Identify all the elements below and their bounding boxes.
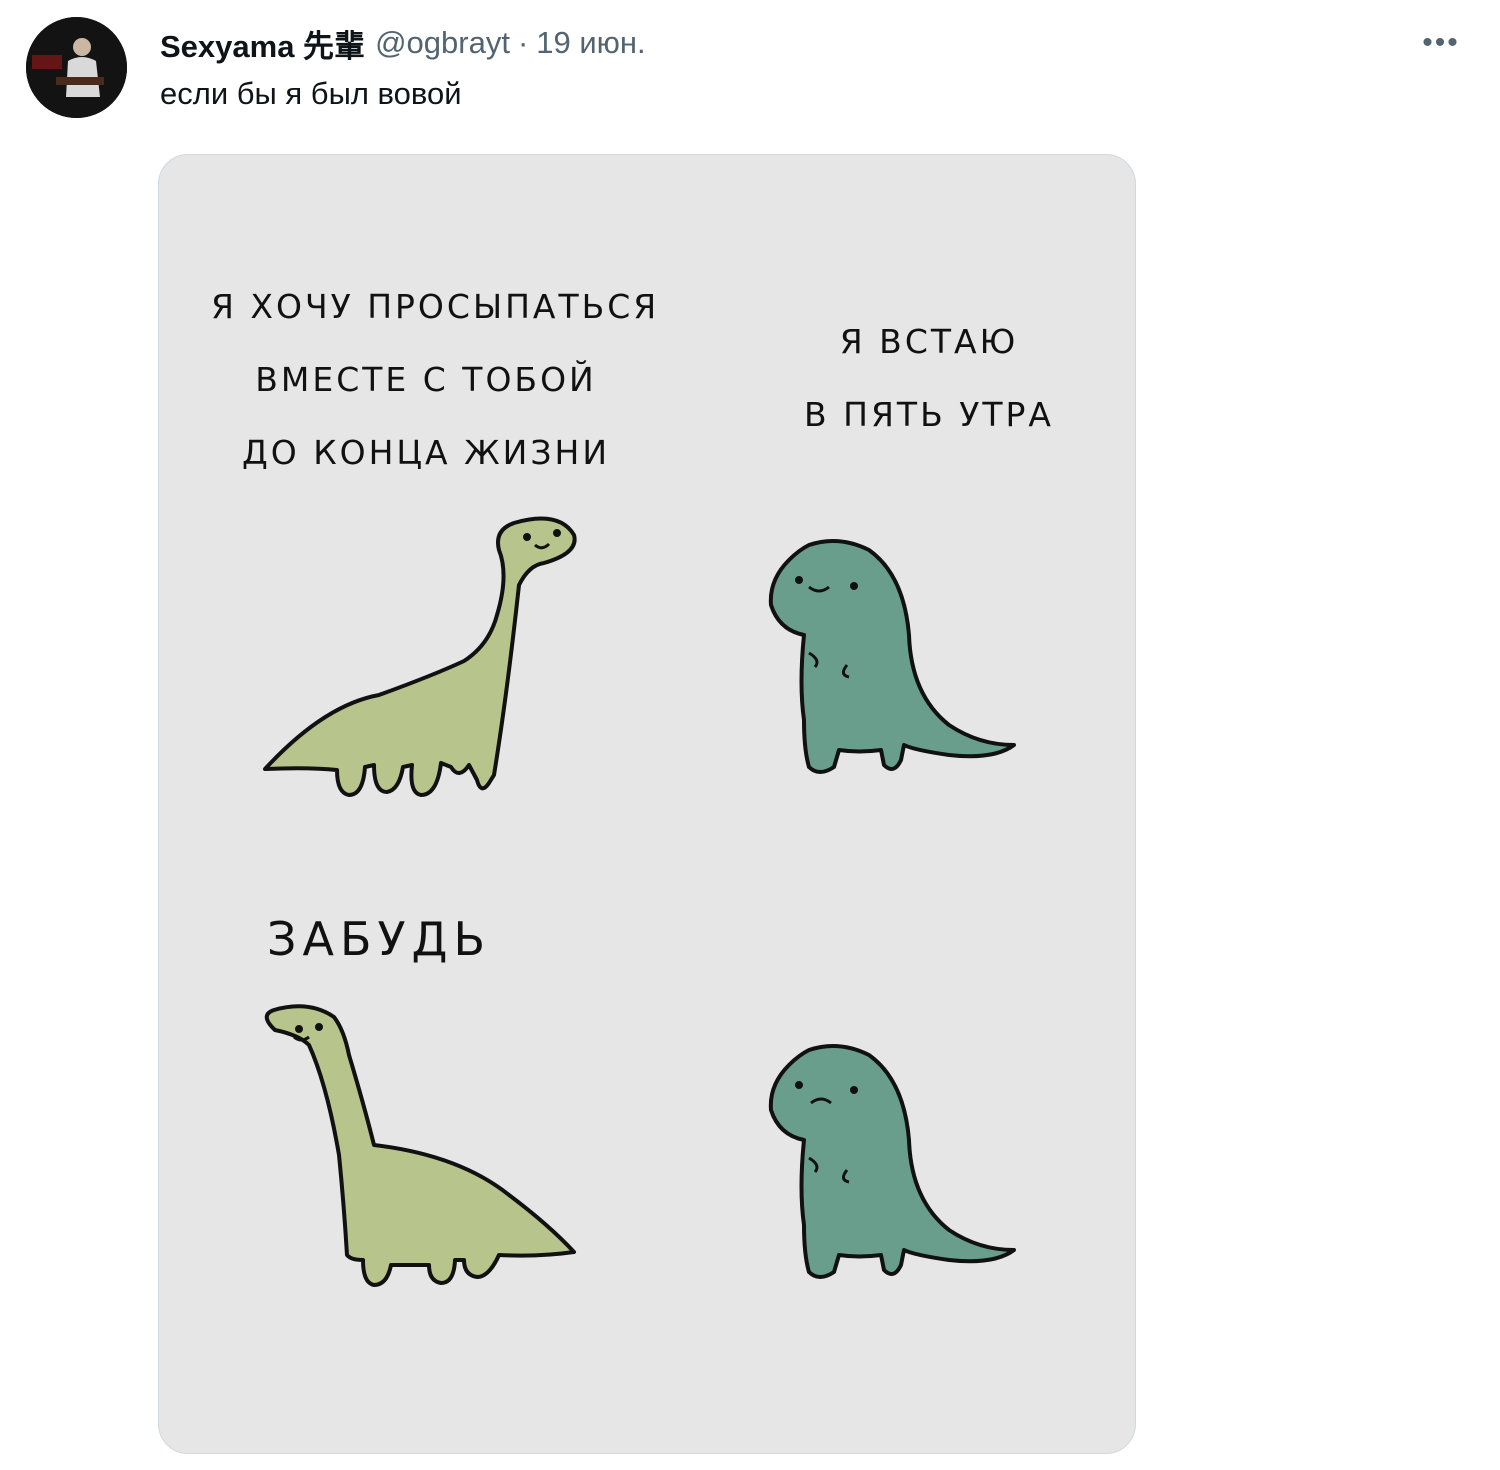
trex-content <box>768 539 1016 774</box>
display-name[interactable]: Sexyama 先輩 <box>160 21 365 66</box>
tweet-header: Sexyama 先輩 @ogbrayt · 19 июн. <box>160 22 646 64</box>
more-options-icon[interactable]: ••• <box>1418 26 1464 59</box>
panel1-line-3: ДО КОНЦА ЖИЗНИ <box>241 433 611 472</box>
brontosaurus-lowered <box>264 1004 576 1287</box>
trex-sad <box>768 1044 1016 1279</box>
panel1-line-2: ВМЕСТЕ С ТОБОЙ <box>255 360 597 399</box>
tweet-media-image[interactable]: Я ХОЧУ ПРОСЫПАТЬСЯ ВМЕСТЕ С ТОБОЙ ДО КОН… <box>158 154 1136 1454</box>
separator-dot: · <box>517 25 529 60</box>
panel3-caption: ЗАБУДЬ <box>267 912 492 966</box>
panel2-caption: Я ВСТАЮ В ПЯТЬ УТРА <box>779 305 1079 451</box>
tweet[interactable]: Sexyama 先輩 @ogbrayt · 19 июн. ••• если б… <box>0 0 1500 1470</box>
brontosaurus-happy <box>263 516 577 797</box>
avatar-image <box>26 17 127 118</box>
tweet-text: если бы я был вовой <box>160 76 462 111</box>
panel1-line-1: Я ХОЧУ ПРОСЫПАТЬСЯ <box>211 287 660 326</box>
panel2-line-1: Я ВСТАЮ <box>839 322 1019 361</box>
user-handle[interactable]: @ogbrayt <box>375 25 510 61</box>
avatar[interactable] <box>26 17 127 118</box>
timestamp[interactable]: 19 июн. <box>536 25 645 61</box>
panel2-line-2: В ПЯТЬ УТРА <box>804 395 1054 434</box>
panel1-caption: Я ХОЧУ ПРОСЫПАТЬСЯ ВМЕСТЕ С ТОБОЙ ДО КОН… <box>211 270 660 489</box>
